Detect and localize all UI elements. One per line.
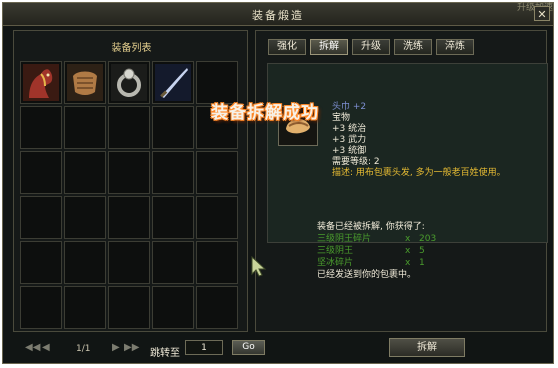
- title-bar[interactable]: 装备煅造 升级加速 ✕: [3, 3, 553, 26]
- equipment-list-panel: 装备列表: [13, 30, 248, 332]
- window-title: 装备煅造: [252, 9, 304, 22]
- inventory-slot[interactable]: [64, 286, 106, 329]
- last-page-button[interactable]: ▶▶: [124, 342, 139, 353]
- inventory-grid: [20, 61, 238, 329]
- inventory-slot[interactable]: [64, 196, 106, 239]
- inventory-slot[interactable]: [20, 61, 62, 104]
- jump-label: 跳转至: [150, 348, 180, 359]
- inventory-slot[interactable]: [20, 106, 62, 149]
- inventory-slot[interactable]: [64, 241, 106, 284]
- item-info-box: 头巾 +2 宝物 +3 统治 +3 武力 +3 统御 需要等级: 2 描述: 用…: [267, 63, 548, 243]
- result-row: 坚冰碎片 x 1: [317, 257, 436, 269]
- inventory-slot[interactable]: [108, 196, 150, 239]
- tab-enhance[interactable]: 强化: [268, 39, 306, 55]
- saber-icon[interactable]: [155, 64, 191, 101]
- tab-refine[interactable]: 洗练: [394, 39, 432, 55]
- inventory-slot[interactable]: [108, 151, 150, 194]
- close-button[interactable]: ✕: [534, 6, 550, 21]
- inventory-slot[interactable]: [196, 241, 238, 284]
- result-item-qty: 5: [419, 246, 425, 256]
- inventory-slot[interactable]: [196, 151, 238, 194]
- inventory-slot[interactable]: [64, 151, 106, 194]
- first-page-button[interactable]: ◀◀: [25, 342, 40, 353]
- action-tabs: 强化 拆解 升级 洗练 淬炼: [268, 39, 474, 55]
- inventory-slot[interactable]: [20, 151, 62, 194]
- inventory-slot[interactable]: [108, 286, 150, 329]
- inventory-slot[interactable]: [152, 286, 194, 329]
- dismantle-success-banner: 装备拆解成功: [211, 103, 319, 123]
- result-item-name: 三级阴王: [317, 246, 354, 256]
- multiply-sign: x: [405, 234, 411, 244]
- inventory-slot[interactable]: [152, 61, 194, 104]
- item-stats: 头巾 +2 宝物 +3 统治 +3 武力 +3 统御 需要等级: 2 描述: 用…: [332, 102, 506, 179]
- inventory-slot[interactable]: [196, 196, 238, 239]
- inventory-slot[interactable]: [20, 286, 62, 329]
- item-type: 宝物: [332, 113, 351, 123]
- equipment-list-header: 装备列表: [111, 43, 152, 54]
- inventory-slot[interactable]: [152, 106, 194, 149]
- cursor-icon: [250, 255, 268, 281]
- inventory-slot[interactable]: [108, 61, 150, 104]
- dismantle-result: 装备已经被拆解, 你获得了: 三级阴王碎片 x 203 三级阴王 x 5 坚冰碎…: [317, 221, 436, 281]
- page-jump-input[interactable]: [185, 340, 223, 355]
- inventory-slot[interactable]: [20, 241, 62, 284]
- inventory-slot[interactable]: [108, 241, 150, 284]
- result-row: 三级阴王碎片 x 203: [317, 233, 436, 245]
- item-stat: +3 武力: [332, 135, 367, 145]
- next-page-button[interactable]: ▶: [112, 342, 120, 353]
- result-header: 装备已经被拆解, 你获得了:: [317, 222, 425, 232]
- inventory-slot[interactable]: [64, 106, 106, 149]
- page-indicator: 1/1: [76, 344, 91, 354]
- inventory-slot[interactable]: [196, 286, 238, 329]
- dismantle-button[interactable]: 拆解: [389, 338, 465, 357]
- tab-upgrade[interactable]: 升级: [352, 39, 390, 55]
- inventory-slot[interactable]: [152, 151, 194, 194]
- inventory-slot[interactable]: [152, 196, 194, 239]
- armor-icon[interactable]: [67, 64, 103, 101]
- result-item-name: 坚冰碎片: [317, 258, 354, 268]
- item-stat: +3 统治: [332, 124, 367, 134]
- inventory-slot[interactable]: [152, 241, 194, 284]
- ring-icon[interactable]: [111, 64, 147, 101]
- tab-temper[interactable]: 淬炼: [436, 39, 474, 55]
- result-item-name: 三级阴王碎片: [317, 234, 372, 244]
- inventory-slot[interactable]: [20, 196, 62, 239]
- item-stat: +3 统御: [332, 146, 367, 156]
- multiply-sign: x: [405, 258, 411, 268]
- go-button[interactable]: Go: [232, 340, 265, 355]
- equipment-forge-window: 装备煅造 升级加速 ✕ 装备列表: [2, 2, 554, 364]
- multiply-sign: x: [405, 246, 411, 256]
- level-requirement: 需要等级: 2: [332, 157, 380, 167]
- inventory-slot[interactable]: [64, 61, 106, 104]
- result-row: 三级阴王 x 5: [317, 245, 436, 257]
- item-name: 头巾 +2: [332, 102, 367, 112]
- result-item-qty: 203: [419, 234, 437, 244]
- horse-icon[interactable]: [23, 64, 59, 101]
- item-description: 描述: 用布包裹头发, 多为一般老百姓使用。: [332, 168, 506, 178]
- item-detail-panel: 强化 拆解 升级 洗练 淬炼 头巾 +2 宝物 +3 统治 +3 武力 +3 统…: [255, 30, 548, 332]
- result-item-qty: 1: [419, 258, 425, 268]
- result-footer: 已经发送到你的包裹中。: [317, 270, 417, 280]
- tab-dismantle[interactable]: 拆解: [310, 39, 348, 55]
- inventory-slot[interactable]: [108, 106, 150, 149]
- prev-page-button[interactable]: ◀: [42, 342, 50, 353]
- bottom-toolbar: ◀◀ ◀ 1/1 ▶ ▶▶ 跳转至 Go 拆解: [13, 336, 547, 362]
